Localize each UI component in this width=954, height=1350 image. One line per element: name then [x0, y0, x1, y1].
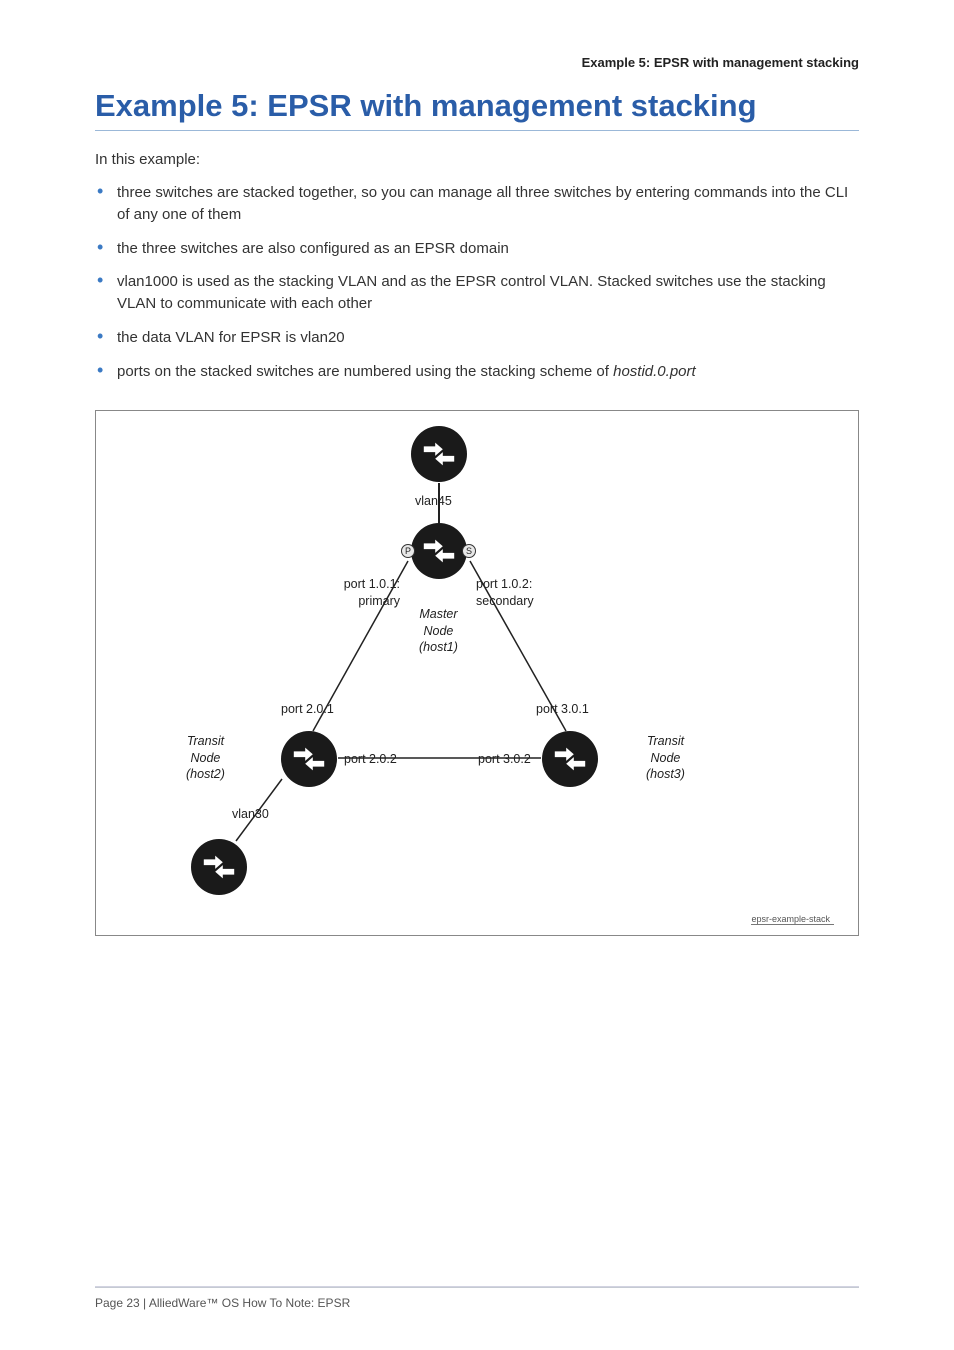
bullet-list: three switches are stacked together, so … — [95, 182, 859, 382]
list-item: the three switches are also configured a… — [95, 238, 859, 260]
page-title: Example 5: EPSR with management stacking — [95, 88, 859, 131]
vlan45-label: vlan45 — [415, 493, 452, 509]
intro-text: In this example: — [95, 151, 859, 168]
port-301-label: port 3.0.1 — [536, 701, 589, 717]
footer-rule — [95, 1286, 859, 1288]
running-header: Example 5: EPSR with management stacking — [95, 55, 859, 70]
switch-icon — [411, 426, 467, 482]
transit-left-label: Transit Node (host2) — [186, 733, 225, 782]
vlan30-label: vlan30 — [232, 806, 269, 822]
list-item: three switches are stacked together, so … — [95, 182, 859, 226]
master-node-label: Master Node (host1) — [419, 606, 458, 655]
switch-icon — [542, 731, 598, 787]
list-item-emphasis: hostid.0.port — [613, 363, 696, 380]
list-item: ports on the stacked switches are number… — [95, 361, 859, 383]
diagram-container: vlan45 P S port 1.0.1: primary port 1.0.… — [95, 410, 859, 936]
switch-icon — [411, 523, 467, 579]
diagram-caption: epsr-example-stack — [751, 914, 834, 925]
port-102-label: port 1.0.2: secondary — [476, 576, 554, 609]
port-202-label: port 2.0.2 — [344, 751, 397, 767]
port-201-label: port 2.0.1 — [281, 701, 334, 717]
port-302-label: port 3.0.2 — [478, 751, 531, 767]
port-secondary-marker: S — [462, 544, 476, 558]
switch-icon — [281, 731, 337, 787]
list-item: the data VLAN for EPSR is vlan20 — [95, 327, 859, 349]
list-item: vlan1000 is used as the stacking VLAN an… — [95, 271, 859, 315]
switch-icon — [191, 839, 247, 895]
page-footer: Page 23 | AlliedWare™ OS How To Note: EP… — [95, 1286, 859, 1310]
transit-right-label: Transit Node (host3) — [646, 733, 685, 782]
list-item-text: ports on the stacked switches are number… — [117, 363, 613, 380]
footer-text: Page 23 | AlliedWare™ OS How To Note: EP… — [95, 1296, 859, 1310]
port-101-label: port 1.0.1: primary — [328, 576, 400, 609]
